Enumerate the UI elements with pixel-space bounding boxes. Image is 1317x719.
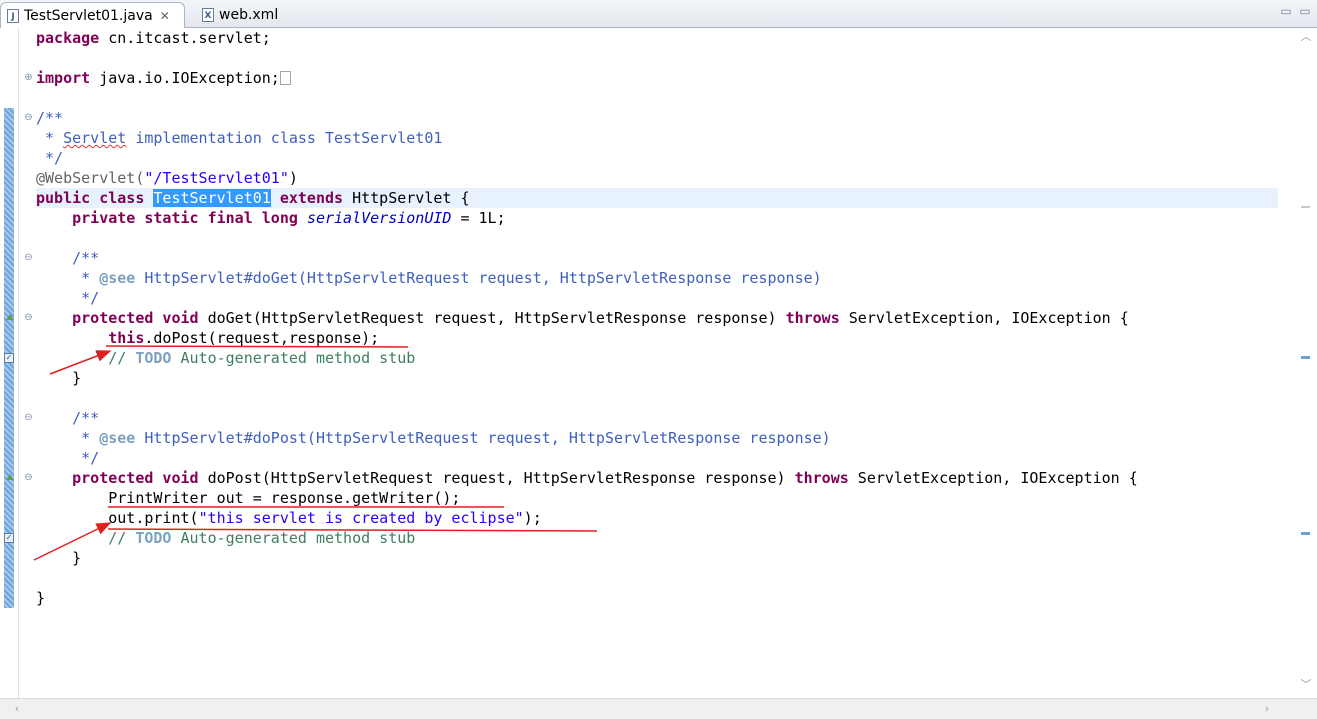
code-line: package cn.itcast.servlet;	[36, 29, 271, 47]
code-line: }	[72, 549, 82, 567]
code-editor[interactable]: ⊕ ⊖ ⊖ ⊖ ⊖ ⊖ ✓ ✓ package cn.itcast.servle…	[0, 28, 1317, 718]
scroll-left-icon[interactable]: ‹	[10, 702, 24, 716]
code-line: public class TestServlet01 extends HttpS…	[36, 189, 470, 207]
vertical-scrollbar[interactable]: ︿ ﹀	[1279, 28, 1317, 698]
code-line: /**	[72, 249, 100, 267]
tab-label: web.xml	[219, 7, 279, 23]
maximize-icon[interactable]: ▭	[1298, 4, 1312, 18]
override-marker-icon[interactable]	[6, 314, 14, 320]
code-line: private static final long serialVersionU…	[72, 209, 506, 227]
collapse-fold-icon[interactable]: ⊖	[24, 473, 33, 483]
java-file-icon: J	[7, 8, 19, 23]
code-area[interactable]: package cn.itcast.servlet; import java.i…	[36, 28, 1278, 698]
expand-fold-icon[interactable]: ⊕	[24, 73, 33, 83]
code-line: */	[72, 449, 100, 467]
code-line: */	[72, 289, 100, 307]
close-icon[interactable]: ✕	[160, 9, 170, 23]
code-line: */	[36, 149, 64, 167]
collapse-fold-icon[interactable]: ⊖	[24, 253, 33, 263]
tab-testservlet01-java[interactable]: J TestServlet01.java ✕	[0, 2, 185, 28]
selected-text: TestServlet01	[153, 189, 271, 207]
code-line: * Servlet implementation class TestServl…	[36, 129, 443, 147]
scroll-right-icon[interactable]: ›	[1260, 702, 1274, 716]
code-line: /**	[72, 409, 100, 427]
code-line: // TODO Auto-generated method stub	[108, 529, 416, 547]
editor-tab-bar: J TestServlet01.java ✕ X web.xml ▭ ▭	[0, 0, 1317, 28]
code-line: @WebServlet("/TestServlet01")	[36, 169, 298, 187]
left-ruler	[0, 28, 19, 698]
code-line: }	[36, 589, 46, 607]
task-checkbox-icon[interactable]: ✓	[4, 533, 14, 543]
code-line: protected void doGet(HttpServletRequest …	[72, 309, 1129, 327]
code-line: PrintWriter out = response.getWriter();	[108, 489, 461, 507]
tab-label: TestServlet01.java	[24, 7, 153, 24]
code-line: import java.io.IOException;	[36, 68, 291, 88]
code-line: protected void doPost(HttpServletRequest…	[72, 469, 1138, 487]
code-line: // TODO Auto-generated method stub	[108, 349, 416, 367]
code-line: }	[72, 369, 82, 387]
task-checkbox-icon[interactable]: ✓	[4, 353, 14, 363]
overview-task-mark[interactable]	[1301, 356, 1310, 359]
scroll-up-icon[interactable]: ︿	[1299, 30, 1313, 44]
minimize-icon[interactable]: ▭	[1279, 4, 1293, 18]
code-line: * @see HttpServlet#doGet(HttpServletRequ…	[72, 269, 822, 287]
code-line: this.doPost(request,response);	[108, 329, 380, 347]
folding-column: ⊕ ⊖ ⊖ ⊖ ⊖ ⊖	[18, 28, 34, 698]
overview-task-mark[interactable]	[1301, 532, 1310, 535]
code-line: /**	[36, 109, 64, 127]
scroll-down-icon[interactable]: ﹀	[1299, 678, 1313, 692]
collapse-fold-icon[interactable]: ⊖	[24, 113, 33, 123]
collapse-fold-icon[interactable]: ⊖	[24, 313, 33, 323]
collapse-fold-icon[interactable]: ⊖	[24, 413, 33, 423]
tab-web-xml[interactable]: X web.xml	[196, 2, 306, 28]
code-line: out.print("this servlet is created by ec…	[108, 509, 542, 527]
override-marker-icon[interactable]	[6, 474, 14, 480]
overview-mark[interactable]	[1301, 206, 1310, 208]
folded-imports-icon[interactable]	[279, 71, 291, 85]
code-line: * @see HttpServlet#doPost(HttpServletReq…	[72, 429, 831, 447]
xml-file-icon: X	[202, 8, 214, 22]
horizontal-scrollbar[interactable]: ‹ ›	[0, 698, 1317, 719]
